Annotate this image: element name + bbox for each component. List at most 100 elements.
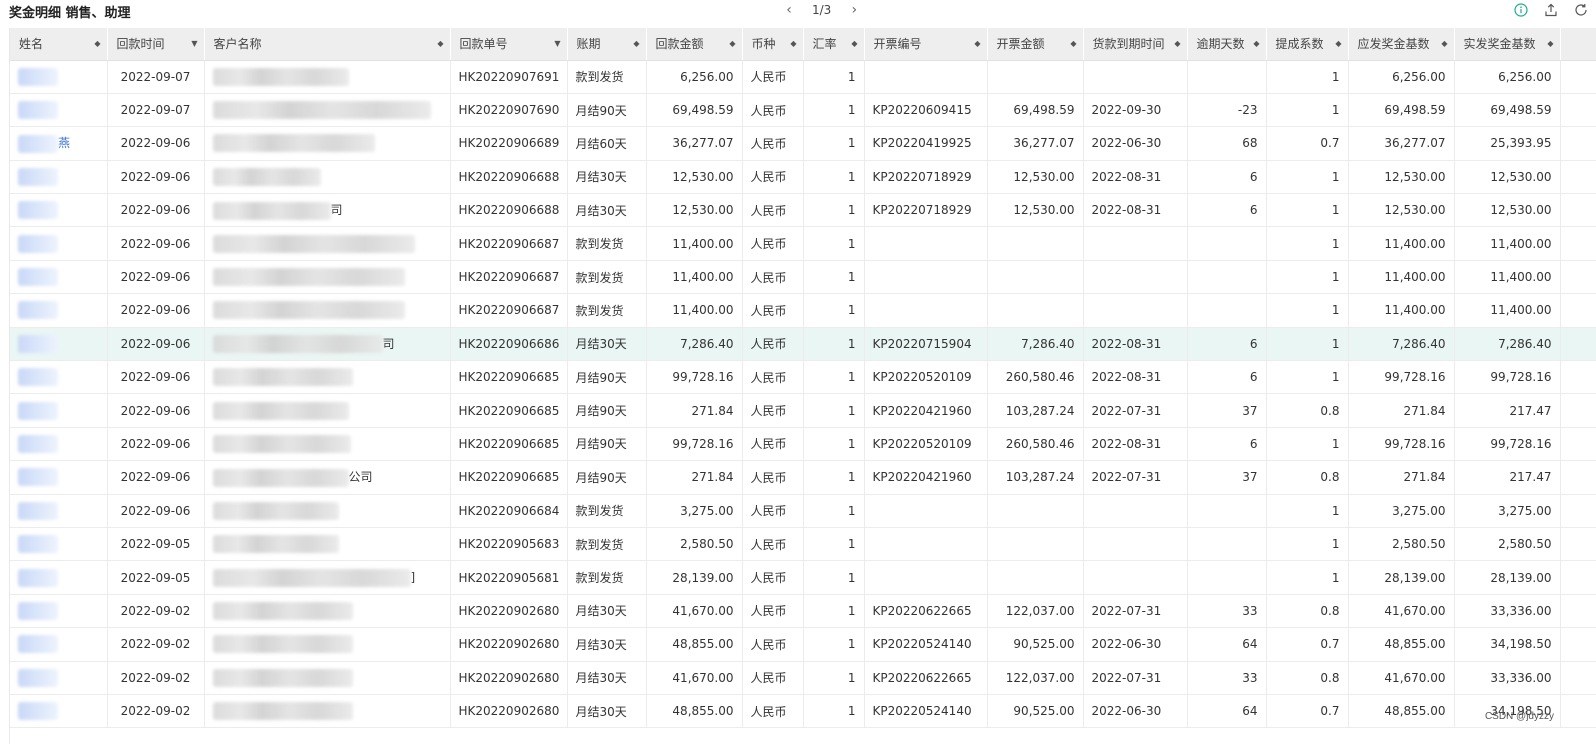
cell-amount: 99,728.16 xyxy=(646,360,743,395)
column-header[interactable]: 汇率 ◆ xyxy=(803,28,865,61)
cell-empty xyxy=(1560,427,1596,462)
table-row[interactable]: 2022-09-07 HK20220907691 款到发货 6,256.00 人民币 1 1… xyxy=(10,60,1596,94)
table-row[interactable]: 2022-09-02 HK20220902680 月结30天 41,670.00 人民币… xyxy=(10,661,1596,695)
cell-invoice-no xyxy=(864,260,988,295)
cell-invoice-no xyxy=(864,60,988,94)
cell-empty xyxy=(1560,560,1596,595)
cell-amount: 271.84 xyxy=(646,460,743,495)
table-row[interactable]: 2022-09-06 司 HK20220906686 月结30天 7,286.40 人民币… xyxy=(10,327,1596,362)
sort-icon[interactable]: ◆ xyxy=(729,39,735,48)
cell-actual-bonus: 33,336.00 xyxy=(1454,594,1561,629)
sort-icon[interactable]: ◆ xyxy=(1547,39,1553,48)
column-header[interactable]: 币种 ◆ xyxy=(742,28,804,61)
table-row[interactable]: 2022-09-06 HK20220906684 款到发货 3,275.00 人民币 1 1… xyxy=(10,494,1596,528)
table-row[interactable]: 2022-09-06 HK20220906687 款到发货 11,400.00 人民币 1… xyxy=(10,293,1596,328)
cell-actual-bonus: 7,286.40 xyxy=(1454,327,1561,362)
cell-receipt-no: HK20220906685 xyxy=(450,393,568,428)
sort-icon[interactable]: ◆ xyxy=(1070,39,1076,48)
column-header[interactable]: 提成系数 ◆ xyxy=(1266,28,1349,61)
sort-icon[interactable]: ◆ xyxy=(1253,39,1259,48)
redacted-customer xyxy=(212,134,375,153)
cell-invoice-amount: 12,530.00 xyxy=(987,160,1084,195)
cell-customer xyxy=(204,427,451,462)
cell-invoice-no: KP20220718929 xyxy=(864,193,988,228)
cell-invoice-no: KP20220520109 xyxy=(864,360,988,395)
sort-icon[interactable]: ◆ xyxy=(94,39,100,48)
cell-invoice-amount: 103,287.24 xyxy=(987,460,1084,495)
table-row[interactable]: 2022-09-07 HK20220907690 月结90天 69,498.59 人民币… xyxy=(10,93,1596,128)
column-header[interactable]: 回款金额 ◆ xyxy=(646,28,743,61)
sort-desc-icon[interactable]: ▼ xyxy=(554,39,560,48)
sort-desc-icon[interactable]: ▼ xyxy=(191,39,197,48)
table-row[interactable]: 2022-09-06 HK20220906685 月结90天 99,728.16 人民币… xyxy=(10,427,1596,462)
table-row[interactable]: 2022-09-02 HK20220902680 月结30天 48,855.00 人民币… xyxy=(10,694,1596,729)
column-header[interactable]: 回款时间 ▼ xyxy=(107,28,205,61)
cell-amount: 28,139.00 xyxy=(646,560,743,595)
column-header[interactable]: 应发奖金基数 ◆ xyxy=(1348,28,1455,61)
column-header[interactable]: 回款单号 ▼ xyxy=(450,28,568,61)
column-header[interactable]: 逾期天数 ◆ xyxy=(1187,28,1267,61)
table-row[interactable]: 2022-09-02 HK20220902680 月结30天 41,670.00 人民币… xyxy=(10,594,1596,629)
table-row[interactable]: 燕 2022-09-06 HK20220906689 月结60天 36,277.07 人民… xyxy=(10,126,1596,161)
sort-icon[interactable]: ◆ xyxy=(1441,39,1447,48)
cell-due-date xyxy=(1083,60,1188,94)
prev-page-button[interactable]: ‹ xyxy=(780,2,798,18)
refresh-icon[interactable] xyxy=(1572,1,1590,19)
info-icon[interactable] xyxy=(1512,1,1530,19)
cell-due-date: 2022-08-31 xyxy=(1083,427,1188,462)
cell-invoice-no xyxy=(864,560,988,595)
table-row[interactable]: 2022-09-06 HK20220906685 月结90天 99,728.16 人民币… xyxy=(10,360,1596,395)
cell-date: 2022-09-05 xyxy=(107,527,205,562)
column-header[interactable]: 货款到期时间 ◆ xyxy=(1083,28,1188,61)
cell-rate: 1 xyxy=(803,360,865,395)
sort-icon[interactable]: ◆ xyxy=(1174,39,1180,48)
sort-icon[interactable]: ◆ xyxy=(974,39,980,48)
cell-invoice-amount: 69,498.59 xyxy=(987,93,1084,128)
sort-icon[interactable]: ◆ xyxy=(851,39,857,48)
column-header[interactable]: 开票金额 ◆ xyxy=(987,28,1084,61)
cell-date: 2022-09-02 xyxy=(107,694,205,729)
cell-term: 月结30天 xyxy=(567,694,647,729)
cell-receipt-no: HK20220906688 xyxy=(450,160,568,195)
table-row[interactable]: 2022-09-02 HK20220902680 月结30天 48,855.00 人民币… xyxy=(10,627,1596,662)
column-header[interactable]: 姓名 ◆ xyxy=(10,28,108,61)
cell-coefficient: 1 xyxy=(1266,160,1349,195)
redacted-name xyxy=(18,601,58,620)
cell-due-date xyxy=(1083,494,1188,528)
table-row[interactable]: 2022-09-05] HK20220905681 款到发货 28,139.00 人民币… xyxy=(10,560,1596,595)
cell-term: 月结30天 xyxy=(567,160,647,195)
next-page-button[interactable]: › xyxy=(845,2,863,18)
cell-empty xyxy=(1560,327,1596,362)
cell-receipt-no: HK20220902680 xyxy=(450,694,568,729)
export-icon[interactable] xyxy=(1542,1,1560,19)
cell-customer xyxy=(204,126,451,161)
column-header-label: 汇率 xyxy=(812,37,837,52)
sort-icon[interactable]: ◆ xyxy=(790,39,796,48)
cell-actual-bonus: 69,498.59 xyxy=(1454,93,1561,128)
cell-currency: 人民币 xyxy=(742,60,804,94)
column-header[interactable]: 账期 ◆ xyxy=(567,28,647,61)
cell-term: 月结30天 xyxy=(567,661,647,695)
table-row[interactable]: 2022-09-06 HK20220906685 月结90天 271.84 人民币 1 KP… xyxy=(10,393,1596,428)
column-header-label: 姓名 xyxy=(19,37,44,52)
column-header[interactable]: 实发奖金基数 ◆ xyxy=(1454,28,1561,61)
table-row[interactable]: 2022-09-06 HK20220906687 款到发货 11,400.00 人民币 1… xyxy=(10,260,1596,295)
table-row[interactable]: 2022-09-06 司 HK20220906688 月结30天 12,530.00 人民… xyxy=(10,193,1596,228)
column-header[interactable]: 客户名称 ◆ xyxy=(204,28,451,61)
redacted-customer xyxy=(212,434,351,453)
table-row[interactable]: 2022-09-05 HK20220905683 款到发货 2,580.50 人民币 1 1… xyxy=(10,527,1596,562)
sort-icon[interactable]: ◆ xyxy=(1335,39,1341,48)
column-header[interactable]: 开票编号 ◆ xyxy=(864,28,988,61)
table-row[interactable]: 2022-09-06 公司 HK20220906685 月结90天 271.84 人民币 1… xyxy=(10,460,1596,495)
table-row[interactable]: 2022-09-06 HK20220906688 月结30天 12,530.00 人民币… xyxy=(10,160,1596,195)
table-row[interactable]: 2022-09-06 HK20220906687 款到发货 11,400.00 人民币 1… xyxy=(10,226,1596,261)
cell-term: 月结90天 xyxy=(567,360,647,395)
cell-date: 2022-09-05 xyxy=(107,560,205,595)
redacted-name xyxy=(18,468,58,487)
cell-coefficient: 1 xyxy=(1266,260,1349,295)
cell-term: 月结90天 xyxy=(567,93,647,128)
sort-icon[interactable]: ◆ xyxy=(633,39,639,48)
sort-icon[interactable]: ◆ xyxy=(437,39,443,48)
cell-invoice-amount: 122,037.00 xyxy=(987,594,1084,629)
cell-empty xyxy=(1560,93,1596,128)
